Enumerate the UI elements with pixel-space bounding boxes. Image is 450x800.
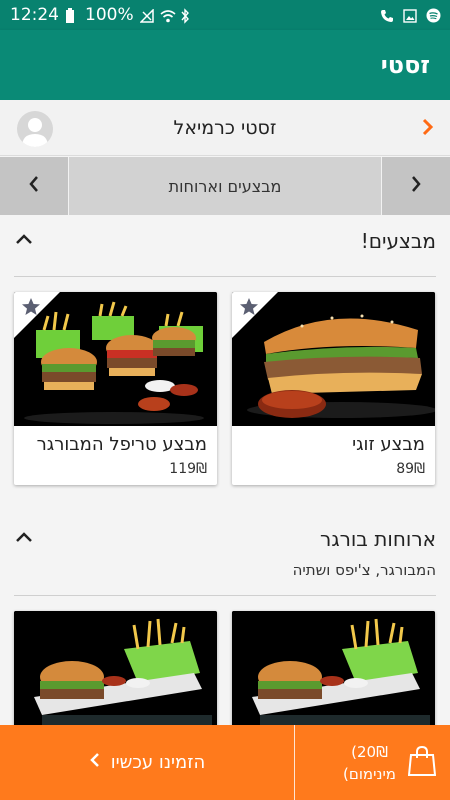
- chevron-left-icon: [89, 751, 101, 774]
- cart-minimum: מינימום): [343, 764, 396, 783]
- burger-sandwich-photo: [232, 292, 435, 426]
- three-burgers-photo: [14, 292, 217, 426]
- chevron-left-icon: [27, 173, 41, 199]
- section-header-burger-meals[interactable]: ארוחות בורגר המבורגר, צ'יפס ושתיה: [14, 527, 436, 579]
- prev-category-button[interactable]: [0, 157, 69, 215]
- section-title: מבצעים!: [360, 229, 436, 253]
- next-category-button[interactable]: [381, 157, 450, 215]
- section-subtitle: המבורגר, צ'יפס ושתיה: [292, 561, 436, 579]
- branch-selector[interactable]: זסטי כרמיאל: [0, 100, 450, 156]
- no-sim-icon: [138, 8, 154, 23]
- app-title: זסטי: [380, 51, 430, 79]
- wifi-icon: [160, 8, 176, 23]
- order-now-button[interactable]: הזמינו עכשיו: [0, 725, 294, 800]
- category-nav: מבצעים וארוחות: [0, 157, 450, 215]
- star-icon: [239, 297, 259, 321]
- status-time: 12:24: [10, 5, 59, 25]
- bluetooth-icon: [180, 8, 194, 24]
- star-icon: [21, 297, 41, 321]
- call-icon: [380, 8, 394, 22]
- branch-name: זסטי כרמיאל: [173, 116, 277, 139]
- battery-icon: [65, 8, 79, 23]
- chevron-right-icon[interactable]: [420, 114, 436, 144]
- item-name: מבצע זוגי: [352, 434, 425, 455]
- section-header-deals[interactable]: מבצעים!: [14, 229, 436, 253]
- order-now-label: הזמינו עכשיו: [110, 752, 206, 773]
- section-divider: [14, 276, 436, 277]
- battery-percent: 100%: [85, 5, 134, 25]
- bottom-order-bar: הזמינו עכשיו 20₪) מינימום): [0, 725, 450, 800]
- item-price: 119₪: [169, 461, 207, 477]
- bar-separator: [294, 725, 295, 800]
- menu-item-card[interactable]: מבצע טריפל המבורגר 119₪: [14, 292, 217, 485]
- menu-item-card[interactable]: מבצע זוגי 89₪: [232, 292, 435, 485]
- cart-info: 20₪) מינימום): [343, 741, 396, 785]
- chevron-up-icon[interactable]: [14, 231, 34, 251]
- chevron-right-icon: [409, 173, 423, 199]
- section-title: ארוחות בורגר: [320, 527, 436, 551]
- shopping-bag-icon: [407, 745, 437, 780]
- item-name: מבצע טריפל המבורגר: [36, 434, 207, 455]
- chevron-up-icon[interactable]: [14, 529, 34, 549]
- status-bar: 12:24 100%: [0, 0, 450, 30]
- category-label[interactable]: מבצעים וארוחות: [69, 157, 381, 215]
- spotify-icon: [426, 8, 441, 23]
- app-bar: זסטי: [0, 30, 450, 100]
- avatar-icon[interactable]: [17, 111, 53, 147]
- item-price: 89₪: [396, 461, 425, 477]
- cart-amount: 20₪): [351, 742, 388, 761]
- section-divider: [14, 595, 436, 596]
- gallery-icon: [403, 8, 417, 23]
- cart-button[interactable]: 20₪) מינימום): [295, 725, 450, 800]
